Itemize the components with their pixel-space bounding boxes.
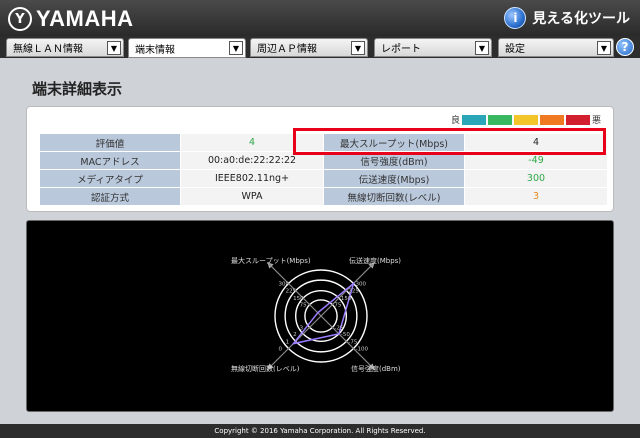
radar-tick-disconnect: 3 <box>300 325 304 331</box>
tab-bar: 無線ＬＡＮ情報 ▼ 端末情報 ▼ 周辺ＡＰ情報 ▼ レポート ▼ 設定 ▼ <box>0 36 640 58</box>
chevron-down-icon[interactable]: ▼ <box>351 41 365 55</box>
legend-bad-label: 悪 <box>591 116 601 126</box>
legend-swatch-3 <box>513 114 538 125</box>
tab-wireless-lan-info[interactable]: 無線ＬＡＮ情報 ▼ <box>6 38 124 57</box>
value-media-type: IEEE802.11ng+ <box>181 170 323 187</box>
radar-tick-signal: -50 <box>341 332 350 338</box>
label-disconnect-count: 無線切断回数(レベル) <box>324 188 464 205</box>
legend-good-label: 良 <box>450 116 460 126</box>
radar-chart: 3002251507530022515075-100-75-50-250123 … <box>231 256 401 373</box>
header-bar: Y YAMAHA i 見える化ツール <box>0 0 640 36</box>
label-transmission-rate: 伝送速度(Mbps) <box>324 170 464 187</box>
footer-copyright: Copyright © 2016 Yamaha Corporation. All… <box>0 424 640 438</box>
radar-tick-rate: 150 <box>341 296 352 302</box>
tab-terminal-info[interactable]: 端末情報 ▼ <box>128 38 246 58</box>
radar-label-bottom-right: 信号強度(dBm) <box>351 364 401 373</box>
label-evaluation: 評価値 <box>40 134 180 151</box>
radar-tick-signal: -25 <box>334 325 343 331</box>
chevron-down-icon[interactable]: ▼ <box>107 41 121 55</box>
radar-tick-throughput: 75 <box>300 303 307 309</box>
tab-nearby-ap-info[interactable]: 周辺ＡＰ情報 ▼ <box>250 38 368 57</box>
yamaha-tuning-fork-icon: Y <box>8 7 32 31</box>
tab-report[interactable]: レポート ▼ <box>374 38 492 57</box>
radar-label-top-left: 最大スループット(Mbps) <box>231 256 311 265</box>
legend-swatch-4 <box>539 114 564 125</box>
visualization-tool-icon: i <box>504 7 527 29</box>
legend-swatch-1 <box>461 114 486 125</box>
tab-label: レポート <box>381 44 421 55</box>
value-auth-method: WPA <box>181 188 323 205</box>
tab-label: 設定 <box>505 44 525 55</box>
radar-tick-throughput: 225 <box>286 289 297 295</box>
label-media-type: メディアタイプ <box>40 170 180 187</box>
terminal-info-panel: 良 悪 評価値 4 最大スループット(Mbps) 4 MACアドレス 00:a0… <box>26 106 614 212</box>
tab-label: 無線ＬＡＮ情報 <box>13 44 83 55</box>
highlight-box <box>293 128 606 155</box>
radar-tick-disconnect: 1 <box>286 339 290 345</box>
chevron-down-icon[interactable]: ▼ <box>597 41 611 55</box>
help-icon[interactable]: ? <box>616 38 634 56</box>
legend-swatch-2 <box>487 114 512 125</box>
chevron-down-icon[interactable]: ▼ <box>229 41 243 55</box>
yamaha-logo: Y YAMAHA <box>8 6 134 32</box>
value-transmission-rate: 300 <box>465 170 607 187</box>
radar-tick-disconnect: 0 <box>278 347 282 353</box>
label-auth-method: 認証方式 <box>40 188 180 205</box>
chevron-down-icon[interactable]: ▼ <box>475 41 489 55</box>
quality-legend: 良 悪 <box>451 113 601 126</box>
radar-tick-rate: 75 <box>334 303 341 309</box>
tool-title-area: i 見える化ツール <box>504 7 630 29</box>
tab-settings[interactable]: 設定 ▼ <box>498 38 614 57</box>
tool-title: 見える化ツール <box>532 11 630 27</box>
radar-label-bottom-left: 無線切断回数(レベル) <box>231 364 300 373</box>
radar-tick-signal: -75 <box>348 339 357 345</box>
brand-name: YAMAHA <box>36 6 134 31</box>
radar-tick-disconnect: 2 <box>293 332 297 338</box>
tab-label: 周辺ＡＰ情報 <box>257 44 317 55</box>
table-row: 認証方式 WPA 無線切断回数(レベル) 3 <box>40 188 607 205</box>
table-row: メディアタイプ IEEE802.11ng+ 伝送速度(Mbps) 300 <box>40 170 607 187</box>
radar-tick-rate: 300 <box>356 281 367 287</box>
radar-tick-signal: -100 <box>356 347 369 353</box>
page-title: 端末詳細表示 <box>32 80 123 98</box>
radar-tick-rate: 225 <box>348 289 359 295</box>
radar-tick-throughput: 300 <box>278 281 289 287</box>
value-disconnect-count: 3 <box>465 188 607 205</box>
radar-chart-panel: 300 225 150 75 300 225 150 75 -100 -75 -50 -25 0 1 2 3 … <box>26 220 614 412</box>
radar-label-top-right: 伝送速度(Mbps) <box>349 256 401 265</box>
tab-label: 端末情報 <box>135 44 175 56</box>
legend-swatch-5 <box>565 114 590 125</box>
radar-tick-throughput: 150 <box>293 296 304 302</box>
label-mac-address: MACアドレス <box>40 152 180 169</box>
